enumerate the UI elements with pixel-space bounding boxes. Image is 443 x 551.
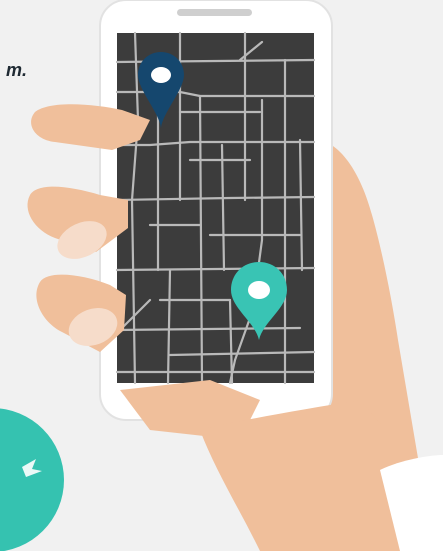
phone-speaker: [177, 9, 252, 16]
phone: [99, 0, 333, 421]
illustration: [0, 0, 443, 551]
map-screen: [115, 31, 316, 385]
caption-fragment: m.: [6, 60, 28, 80]
